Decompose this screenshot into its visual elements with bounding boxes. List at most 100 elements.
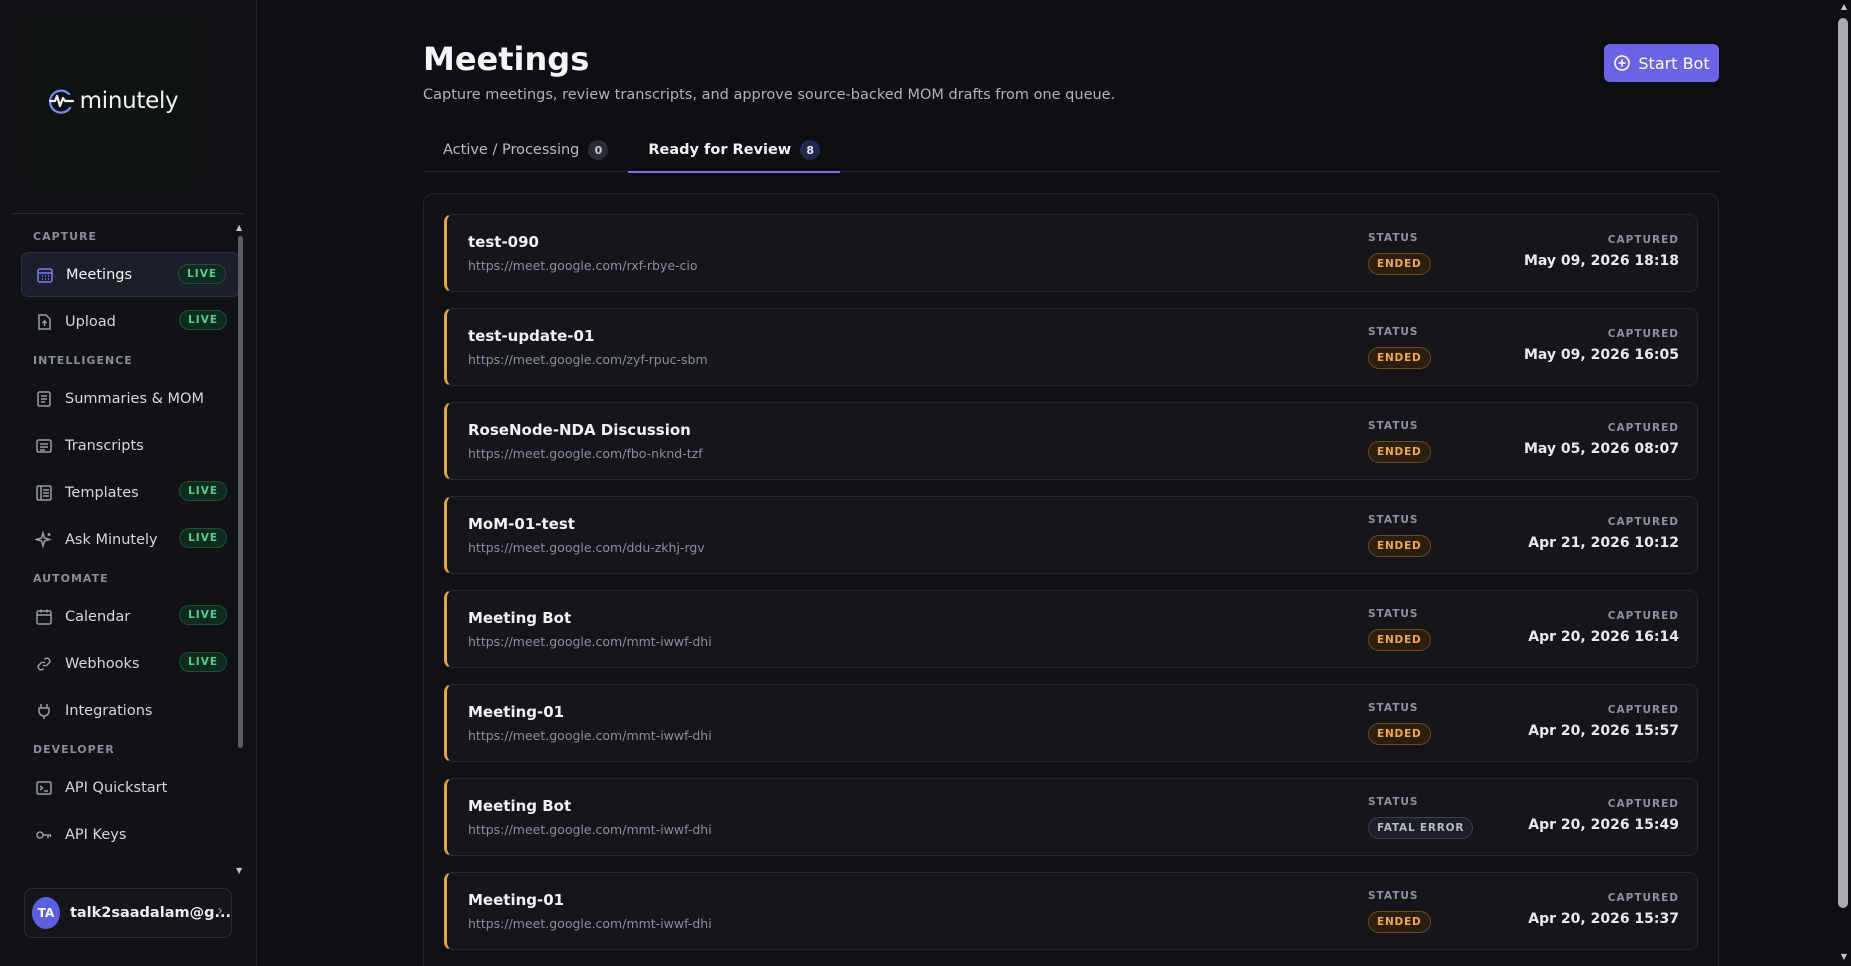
sidebar-item-api-quickstart[interactable]: API Quickstart: [21, 765, 239, 810]
captured-timestamp: Apr 20, 2026 16:14: [1528, 629, 1679, 645]
sidebar-item-label: Ask Minutely: [65, 531, 158, 548]
scroll-up-arrow-icon[interactable]: ▲: [1841, 2, 1847, 11]
sidebar-item-label: Meetings: [66, 266, 133, 283]
status-badge: ENDED: [1368, 911, 1431, 933]
status-label: STATUS: [1368, 796, 1419, 808]
plus-circle-icon: [1614, 55, 1631, 71]
meeting-row[interactable]: test-090 https://meet.google.com/rxf-rby…: [444, 214, 1698, 292]
status-label: STATUS: [1368, 702, 1419, 714]
app-root: minutely CAPTURE Meetings LIVE Upload LI…: [0, 0, 1851, 966]
live-badge: LIVE: [178, 264, 226, 284]
tab-count-badge: 0: [588, 140, 609, 160]
sidebar-item-meetings[interactable]: Meetings LIVE: [21, 252, 243, 297]
captured-label: CAPTURED: [1607, 704, 1679, 716]
status-badge: ENDED: [1368, 723, 1431, 745]
captured-label: CAPTURED: [1607, 234, 1679, 246]
sidebar-item-calendar[interactable]: Calendar LIVE: [21, 594, 239, 639]
section-label-automate: AUTOMATE: [33, 572, 109, 585]
meeting-url: https://meet.google.com/mmt-iwwf-dhi: [468, 728, 712, 743]
meeting-row[interactable]: test-update-01 https://meet.google.com/z…: [444, 308, 1698, 386]
upload-file-icon: [35, 313, 53, 331]
start-bot-label: Start Bot: [1638, 53, 1710, 73]
sidebar-item-label: Integrations: [65, 702, 153, 719]
meeting-url: https://meet.google.com/ddu-zkhj-rgv: [468, 540, 705, 555]
status-badge: ENDED: [1368, 535, 1431, 557]
status-badge: FATAL ERROR: [1368, 817, 1474, 839]
link-icon: [35, 655, 53, 673]
page-subtitle: Capture meetings, review transcripts, an…: [423, 87, 1116, 103]
status-label: STATUS: [1368, 420, 1419, 432]
captured-timestamp: May 09, 2026 18:18: [1523, 253, 1679, 269]
tab-bar: Active / Processing 0 Ready for Review 8: [423, 128, 1719, 173]
captured-label: CAPTURED: [1607, 610, 1679, 622]
sidebar-item-label: Upload: [65, 313, 116, 330]
status-badge: ENDED: [1368, 629, 1431, 651]
tab-label: Ready for Review: [648, 142, 792, 158]
brand-logo[interactable]: minutely: [46, 88, 179, 114]
scroll-down-arrow-icon[interactable]: ▼: [236, 866, 242, 875]
live-badge: LIVE: [179, 652, 227, 672]
sidebar-item-upload[interactable]: Upload LIVE: [21, 299, 239, 344]
meeting-title: test-update-01: [468, 327, 595, 345]
page-scrollbar-track[interactable]: ▲ ▼: [1835, 0, 1851, 966]
tab-ready-for-review[interactable]: Ready for Review 8: [628, 128, 840, 173]
status-badge: ENDED: [1368, 441, 1431, 463]
meeting-row[interactable]: Meeting-01 https://meet.google.com/mmt-i…: [444, 684, 1698, 762]
sidebar-item-integrations[interactable]: Integrations: [21, 688, 239, 733]
captured-label: CAPTURED: [1607, 422, 1679, 434]
captured-timestamp: May 09, 2026 16:05: [1523, 347, 1679, 363]
sidebar-divider: [13, 213, 243, 214]
plug-icon: [35, 702, 53, 720]
brand-name: minutely: [79, 88, 179, 114]
meeting-title: Meeting-01: [468, 703, 565, 721]
sidebar-item-templates[interactable]: Templates LIVE: [21, 470, 239, 515]
sidebar-item-summaries[interactable]: Summaries & MOM: [21, 376, 239, 421]
user-email: talk2saadalam@g...: [69, 905, 231, 921]
summary-doc-icon: [35, 390, 53, 408]
sidebar-scrollbar[interactable]: [238, 236, 243, 748]
captured-label: CAPTURED: [1607, 516, 1679, 528]
status-label: STATUS: [1368, 232, 1419, 244]
section-label-developer: DEVELOPER: [33, 743, 115, 756]
status-label: STATUS: [1368, 608, 1419, 620]
meeting-row[interactable]: Meeting-01 https://meet.google.com/mmt-i…: [444, 872, 1698, 950]
live-badge: LIVE: [179, 528, 227, 548]
meeting-row[interactable]: MoM-01-test https://meet.google.com/ddu-…: [444, 496, 1698, 574]
tab-label: Active / Processing: [443, 142, 580, 158]
meeting-url: https://meet.google.com/rxf-rbye-cio: [468, 258, 698, 273]
user-menu[interactable]: TA talk2saadalam@g... ›: [24, 888, 232, 938]
meeting-title: Meeting Bot: [468, 609, 572, 627]
sidebar-item-label: Summaries & MOM: [65, 390, 204, 407]
tab-active-processing[interactable]: Active / Processing 0: [423, 128, 628, 172]
meeting-title: test-090: [468, 233, 539, 251]
meeting-row[interactable]: Meeting Bot https://meet.google.com/mmt-…: [444, 778, 1698, 856]
sidebar-item-label: API Keys: [65, 826, 127, 843]
captured-timestamp: May 05, 2026 08:07: [1523, 441, 1679, 457]
scroll-down-arrow-icon[interactable]: ▼: [1841, 952, 1847, 961]
page-scrollbar-thumb[interactable]: [1838, 18, 1848, 908]
logo-area: minutely: [24, 16, 200, 186]
section-label-capture: CAPTURE: [33, 230, 98, 243]
live-badge: LIVE: [179, 481, 227, 501]
sidebar-item-api-keys[interactable]: API Keys: [21, 812, 239, 857]
meeting-url: https://meet.google.com/mmt-iwwf-dhi: [468, 822, 712, 837]
meeting-row[interactable]: Meeting Bot https://meet.google.com/mmt-…: [444, 590, 1698, 668]
captured-timestamp: Apr 20, 2026 15:37: [1528, 911, 1679, 927]
scroll-up-arrow-icon[interactable]: ▲: [236, 223, 242, 232]
chevron-right-icon: ›: [217, 903, 223, 919]
calendar-grid-icon: [36, 266, 54, 284]
meeting-url: https://meet.google.com/fbo-nknd-tzf: [468, 446, 703, 461]
sidebar-item-ask-minutely[interactable]: Ask Minutely LIVE: [21, 517, 239, 562]
sidebar-item-webhooks[interactable]: Webhooks LIVE: [21, 641, 239, 686]
start-bot-button[interactable]: Start Bot: [1604, 44, 1719, 82]
sidebar-item-transcripts[interactable]: Transcripts: [21, 423, 239, 468]
page-title: Meetings: [423, 40, 590, 78]
meeting-url: https://meet.google.com/zyf-rpuc-sbm: [468, 352, 708, 367]
avatar: TA: [32, 897, 60, 929]
status-label: STATUS: [1368, 890, 1419, 902]
meeting-row[interactable]: RoseNode-NDA Discussion https://meet.goo…: [444, 402, 1698, 480]
live-badge: LIVE: [179, 310, 227, 330]
pulse-logo-icon: [48, 89, 74, 114]
sidebar-nav: CAPTURE Meetings LIVE Upload LIVE INTELL…: [13, 222, 243, 876]
sparkle-icon: [35, 530, 53, 549]
